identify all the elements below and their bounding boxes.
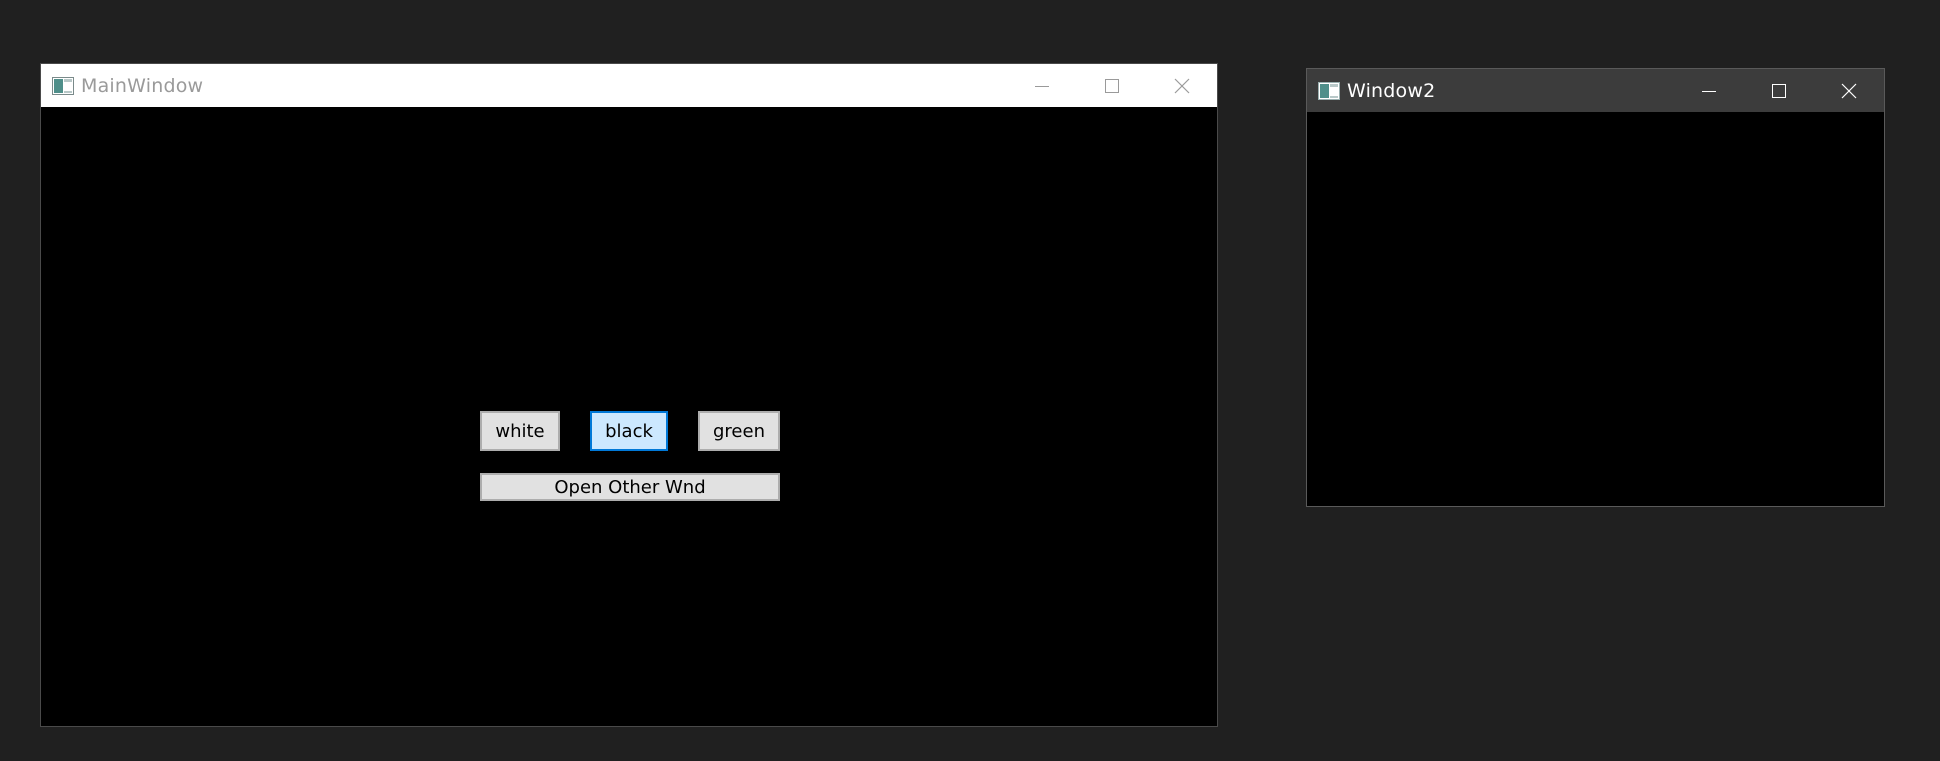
main-window-maximize-button[interactable] bbox=[1077, 64, 1147, 107]
green-button[interactable]: green bbox=[698, 411, 780, 451]
main-window-client-area: white black green Open Other Wnd bbox=[41, 107, 1217, 726]
window2-titlebar[interactable]: Window2 bbox=[1307, 69, 1884, 112]
main-window[interactable]: MainWindow white black green Open Other … bbox=[40, 63, 1218, 727]
window2-minimize-button[interactable] bbox=[1674, 69, 1744, 112]
maximize-icon bbox=[1772, 83, 1786, 98]
app-window-icon bbox=[52, 76, 74, 95]
open-other-window-button[interactable]: Open Other Wnd bbox=[480, 473, 780, 501]
close-icon bbox=[1174, 78, 1190, 93]
white-button[interactable]: white bbox=[480, 411, 560, 451]
window2-client-area bbox=[1307, 112, 1884, 506]
main-window-minimize-button[interactable] bbox=[1007, 64, 1077, 107]
minimize-icon bbox=[1035, 85, 1049, 87]
window2-close-button[interactable] bbox=[1814, 69, 1884, 112]
minimize-icon bbox=[1702, 90, 1716, 92]
close-icon bbox=[1841, 83, 1857, 98]
window2-caption-buttons bbox=[1674, 69, 1884, 112]
main-window-titlebar[interactable]: MainWindow bbox=[41, 64, 1217, 107]
black-button[interactable]: black bbox=[590, 411, 668, 451]
main-window-close-button[interactable] bbox=[1147, 64, 1217, 107]
maximize-icon bbox=[1105, 78, 1119, 93]
window2[interactable]: Window2 bbox=[1306, 68, 1885, 507]
window2-title: Window2 bbox=[1347, 79, 1436, 102]
app-window-icon bbox=[1318, 81, 1340, 100]
main-window-caption-buttons bbox=[1007, 64, 1217, 107]
main-window-title: MainWindow bbox=[81, 74, 204, 97]
window2-maximize-button[interactable] bbox=[1744, 69, 1814, 112]
